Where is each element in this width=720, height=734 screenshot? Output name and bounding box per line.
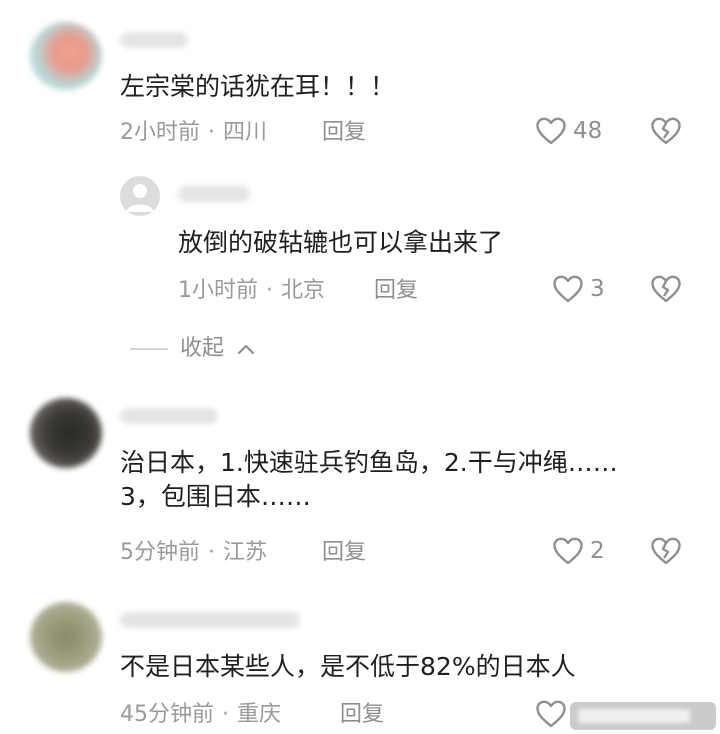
heart-outline-icon	[536, 117, 566, 145]
like-count: 3	[590, 276, 605, 302]
avatar[interactable]	[30, 398, 102, 468]
reply-text: 放倒的破轱辘也可以拿出来了	[178, 228, 504, 257]
dislike-button[interactable]	[650, 116, 682, 150]
comment-time: 2小时前	[120, 120, 200, 145]
meta-separator: ·	[208, 120, 215, 145]
comment-time: 45分钟前	[120, 702, 214, 727]
like-count: 48	[573, 118, 603, 144]
like-count: 2	[590, 538, 605, 564]
reply-meta: 1小时前 · 北京	[178, 276, 325, 306]
username[interactable]	[120, 408, 218, 424]
comment-location: 江苏	[223, 540, 268, 565]
heart-outline-icon	[536, 700, 566, 728]
comment-location: 四川	[223, 120, 268, 145]
collapse-replies-button[interactable]: 收起	[130, 334, 256, 364]
meta-separator: ·	[208, 540, 215, 565]
reply-location: 北京	[281, 278, 326, 303]
comment-meta: 45分钟前 · 重庆	[120, 700, 281, 730]
reply-time: 1小时前	[178, 278, 258, 303]
broken-heart-icon	[651, 275, 681, 303]
meta-separator: ·	[222, 702, 229, 727]
comment-text: 不是日本某些人，是不低于82%的日本人	[120, 652, 576, 681]
avatar[interactable]	[30, 602, 102, 672]
comment-text: 治日本，1.快速驻兵钓鱼岛，2.干与冲绳……3，包围日本……	[120, 448, 618, 511]
watermark	[570, 702, 716, 730]
comment-meta: 5分钟前 · 江苏	[120, 538, 267, 568]
broken-heart-icon	[651, 117, 681, 145]
username[interactable]	[120, 32, 188, 48]
meta-separator: ·	[266, 278, 273, 303]
avatar[interactable]	[30, 22, 102, 90]
reply-button[interactable]: 回复	[374, 276, 418, 306]
collapse-label: 收起	[180, 336, 225, 361]
user-icon	[126, 184, 154, 212]
comment-meta: 2小时前 · 四川	[120, 118, 267, 148]
comment-text: 左宗棠的话犹在耳！！！	[120, 72, 396, 101]
reply-button[interactable]: 回复	[340, 700, 384, 730]
dislike-button[interactable]	[650, 274, 682, 308]
collapse-divider	[130, 348, 168, 350]
comment-location: 重庆	[237, 702, 282, 727]
dislike-button[interactable]	[650, 536, 682, 570]
broken-heart-icon	[651, 537, 681, 565]
heart-outline-icon	[553, 275, 583, 303]
avatar-default[interactable]	[120, 176, 160, 216]
username[interactable]	[178, 186, 250, 202]
like-button[interactable]: 48	[535, 116, 602, 146]
username[interactable]	[120, 612, 300, 628]
comment-time: 5分钟前	[120, 540, 200, 565]
reply-button[interactable]: 回复	[322, 118, 366, 148]
like-button[interactable]	[535, 699, 567, 733]
watermark-blur	[578, 709, 690, 723]
reply-button[interactable]: 回复	[322, 538, 366, 568]
heart-outline-icon	[553, 537, 583, 565]
like-button[interactable]: 3	[552, 274, 605, 304]
chevron-up-icon	[237, 344, 255, 355]
like-button[interactable]: 2	[552, 536, 605, 566]
